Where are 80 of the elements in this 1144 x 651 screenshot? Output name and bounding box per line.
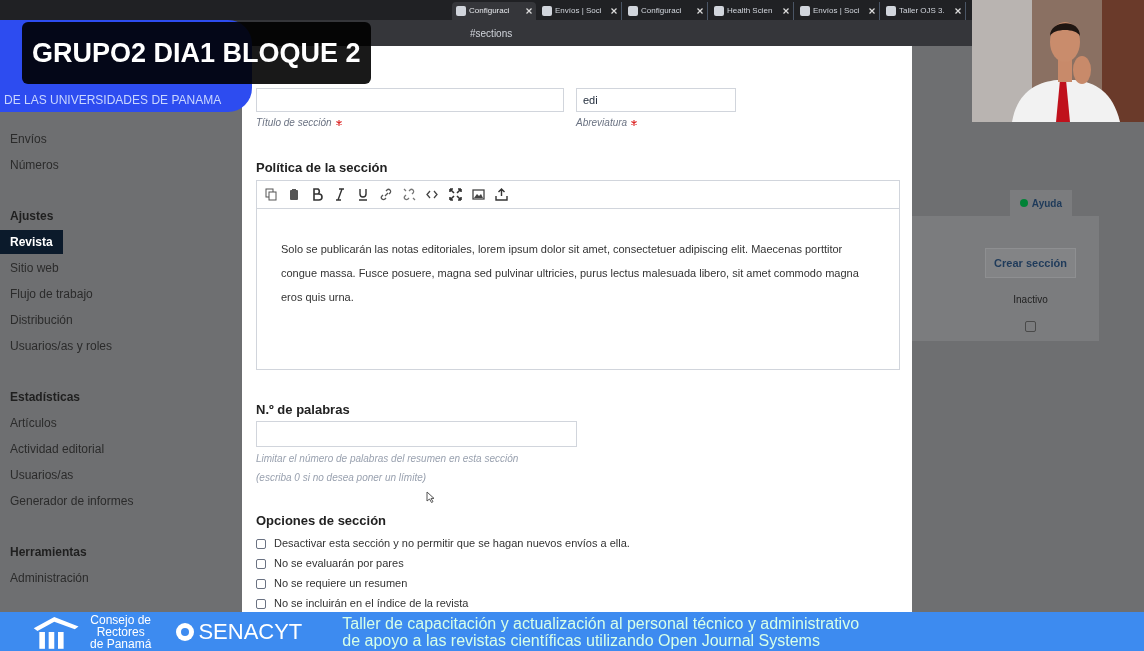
sidebar-item[interactable]: Artículos (0, 411, 67, 435)
underline-icon[interactable] (357, 187, 370, 201)
logo-text: SENACYT (198, 618, 303, 646)
field-label: Título de sección (256, 116, 332, 130)
close-icon[interactable] (783, 8, 789, 14)
sidebar-item[interactable]: Actividad editorial (0, 437, 115, 461)
section-heading: N.º de palabras (256, 400, 351, 419)
checkbox[interactable] (256, 578, 266, 589)
tab-favicon-icon (456, 6, 466, 16)
sidebar-heading: Estadísticas (9, 389, 82, 406)
close-icon[interactable] (526, 8, 532, 14)
text-field[interactable] (256, 421, 577, 447)
checkbox[interactable] (256, 558, 266, 569)
logo-text: Rectores (96, 625, 145, 638)
link-icon[interactable] (380, 187, 393, 201)
logo-text: de Panamá (90, 637, 152, 650)
sidebar-item[interactable]: Envíos (0, 127, 57, 151)
upload-icon[interactable] (495, 187, 508, 201)
close-icon[interactable] (611, 8, 617, 14)
cursor-icon (426, 491, 436, 503)
section-heading: Política de la sección (256, 159, 389, 177)
close-icon[interactable] (869, 8, 875, 14)
sidebar-item[interactable]: Revista (0, 230, 63, 254)
checkbox-label: No se evaluarán por pares (274, 556, 404, 572)
tab-favicon-icon (714, 6, 724, 16)
tab-title: Envíos | Soci (813, 5, 861, 17)
tab-label: Ayuda (1031, 196, 1062, 211)
sidebar-item[interactable]: Distribución (0, 308, 83, 332)
checkbox[interactable] (1025, 321, 1036, 332)
caption-text: de apoyo a las revistas científicas utilizando Open Journal Systems (342, 631, 821, 649)
tab-title: Configuraci (641, 5, 683, 17)
column-header: Inactivo (1013, 293, 1048, 307)
browser-tab[interactable]: Configuraci (452, 2, 536, 20)
checkbox-label: No se incluirán en el índice de la revista (274, 596, 469, 612)
sidebar-heading: Herramientas (9, 544, 88, 561)
tab-title: Configuraci (469, 5, 511, 17)
sidebar-item[interactable]: Sitio web (0, 256, 69, 280)
logo-text: Consejo de (90, 613, 152, 626)
copy-icon[interactable] (265, 187, 278, 201)
unlink-icon[interactable] (403, 187, 416, 201)
sidebar-item[interactable]: Usuarios/as y roles (0, 334, 123, 358)
paste-icon[interactable] (288, 187, 301, 201)
help-tab[interactable]: Ayuda (1009, 190, 1072, 216)
text-field[interactable] (256, 88, 564, 112)
sidebar-heading: Ajustes (9, 208, 55, 225)
editor-text: Solo se publicarán las notas editoriales, lorem ipsum dolor sit amet, consectetuer adipiscing elit. Maecenas porttitor congue massa. Fusce posuere, magna sed pulvinar ultricies, purus lectus malesuada libero, sit amet commodo magna eros quis urna. (281, 241, 860, 305)
close-icon[interactable] (955, 8, 961, 14)
tab-title: Taller OJS 3. (899, 5, 946, 17)
italic-icon[interactable] (334, 187, 347, 201)
tab-title: Health Scien (727, 5, 774, 17)
sidebar-item[interactable]: Administración (0, 566, 99, 590)
address-text: #sections (470, 26, 513, 41)
section-heading: Opciones de sección (256, 512, 388, 530)
tab-favicon-icon (886, 6, 896, 16)
sidebar-item[interactable]: Usuarios/as (0, 463, 84, 487)
sidebar-item[interactable]: Números (0, 153, 69, 177)
fullscreen-icon[interactable] (449, 187, 462, 201)
help-text: Limitar el número de palabras del resumen en esta sección (256, 452, 520, 466)
tab-favicon-icon (800, 6, 810, 16)
banner-text: DE LAS UNIVERSIDADES DE PANAMA (4, 92, 222, 109)
caption-text: Taller de capacitación y actualización al personal técnico y administrativo (342, 614, 860, 632)
field-label: Abreviatura (576, 116, 628, 130)
create-section-button[interactable]: Crear sección (985, 248, 1076, 278)
bold-icon[interactable] (311, 187, 324, 201)
info-icon (1019, 199, 1028, 207)
checkbox-label: No se requiere un resumen (274, 576, 408, 592)
checkbox-label: Desactivar esta sección y no permitir que se hagan nuevos envíos a ella. (274, 536, 630, 552)
tab-title: Envíos | Soci (555, 5, 603, 17)
text-field[interactable]: edi (576, 88, 736, 112)
tab-favicon-icon (628, 6, 638, 16)
rich-text-editor[interactable] (256, 179, 900, 370)
checkbox[interactable] (256, 598, 266, 609)
sidebar-item[interactable]: Generador de informes (0, 489, 144, 513)
checkbox[interactable] (256, 538, 266, 549)
close-icon[interactable] (697, 8, 703, 14)
image-icon[interactable] (472, 187, 485, 201)
tab-favicon-icon (542, 6, 552, 16)
session-title: GRUPO2 DIA1 BLOQUE 2 (22, 22, 371, 84)
help-text: (escriba 0 si no desea poner un límite) (256, 471, 428, 485)
sidebar-item[interactable]: Flujo de trabajo (0, 282, 103, 306)
